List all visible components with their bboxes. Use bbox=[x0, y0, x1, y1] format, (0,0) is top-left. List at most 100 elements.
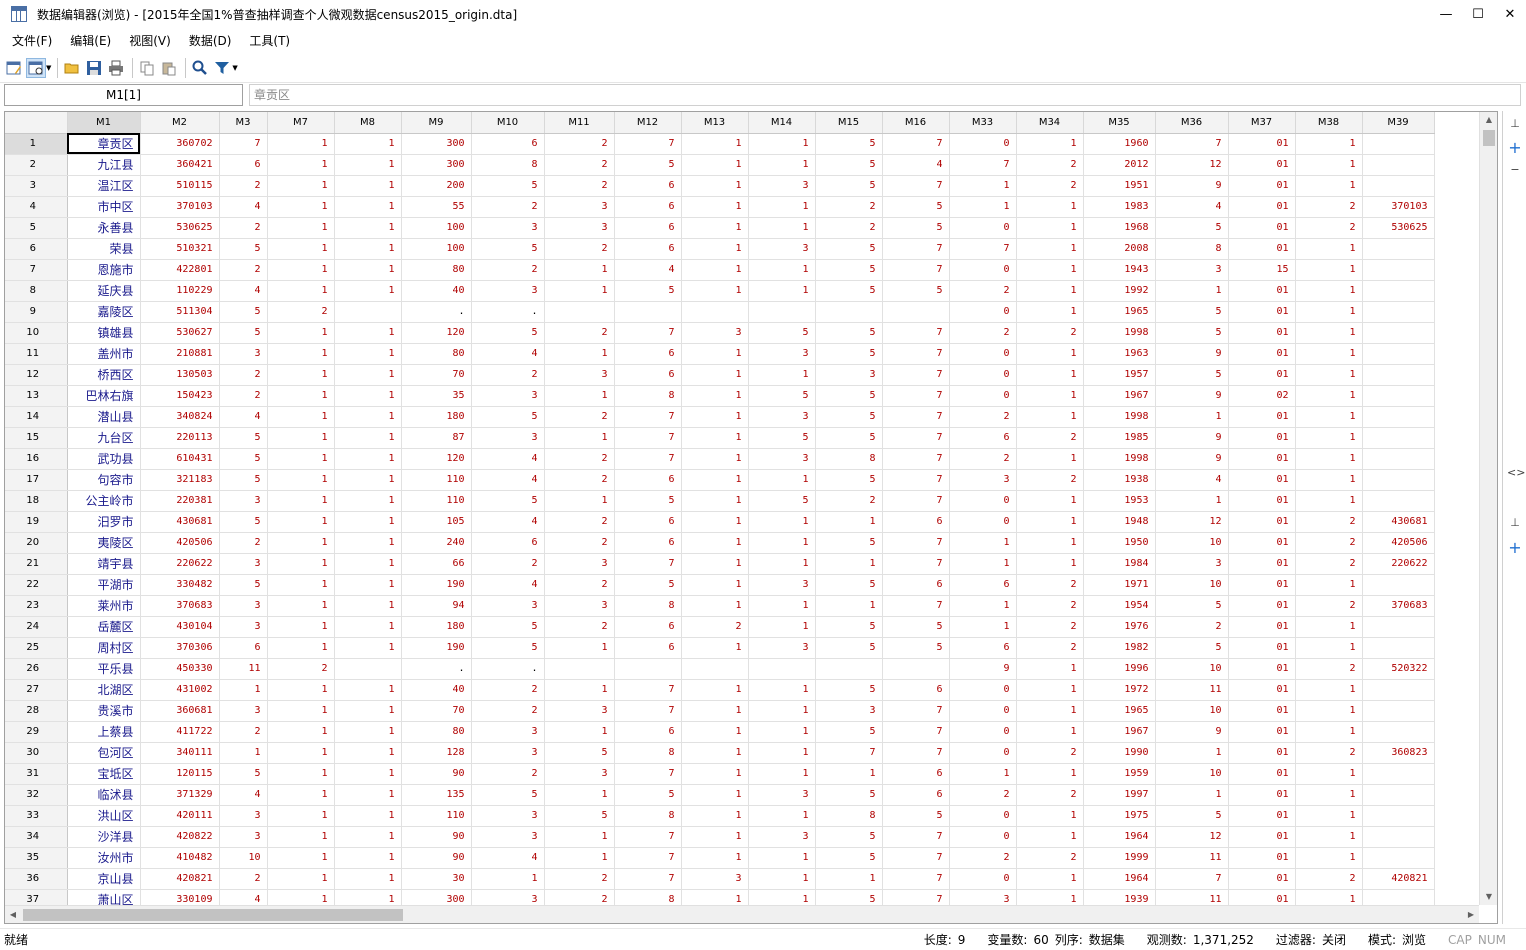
table-cell-m9[interactable]: 55 bbox=[401, 196, 472, 218]
table-cell-m15[interactable]: 5 bbox=[815, 427, 883, 449]
table-cell-m36[interactable]: 5 bbox=[1155, 595, 1229, 617]
table-cell-m9[interactable]: 105 bbox=[401, 511, 472, 533]
table-cell-m38[interactable]: 1 bbox=[1295, 469, 1363, 491]
table-cell-m2[interactable]: 410482 bbox=[140, 847, 220, 869]
table-cell-m37[interactable]: 01 bbox=[1228, 784, 1296, 806]
table-cell-m9[interactable]: 100 bbox=[401, 217, 472, 239]
table-cell-m7[interactable]: 1 bbox=[267, 469, 335, 491]
table-cell-m34[interactable]: 1 bbox=[1016, 511, 1084, 533]
table-cell-m33[interactable]: 2 bbox=[949, 847, 1017, 869]
table-row[interactable]: 17 句容市 321183 5 1 1 110 4 2 6 1 1 5 7 3 2 1938 4 01 1 bbox=[5, 469, 1435, 491]
table-cell-m13[interactable]: 1 bbox=[681, 532, 749, 554]
table-cell-m13[interactable] bbox=[681, 301, 749, 323]
table-cell-m7[interactable]: 1 bbox=[267, 553, 335, 575]
table-cell-m11[interactable]: 3 bbox=[544, 196, 615, 218]
table-cell-m10[interactable]: 2 bbox=[471, 700, 545, 722]
table-row[interactable]: 32 临沭县 371329 4 1 1 135 5 1 5 1 3 5 6 2 2 1997 1 01 1 bbox=[5, 784, 1435, 806]
table-row[interactable]: 8 延庆县 110229 4 1 1 40 3 1 5 1 1 5 5 2 1 1992 1 01 1 bbox=[5, 280, 1435, 302]
table-cell-m37[interactable]: 01 bbox=[1228, 469, 1296, 491]
collapse-icon[interactable]: <> bbox=[1507, 466, 1525, 480]
table-cell-m14[interactable]: 1 bbox=[748, 616, 816, 638]
table-cell-m9[interactable]: 190 bbox=[401, 574, 472, 596]
table-cell-m9[interactable]: 66 bbox=[401, 553, 472, 575]
table-cell-m36[interactable]: 1 bbox=[1155, 784, 1229, 806]
table-cell-m2[interactable]: 530627 bbox=[140, 322, 220, 344]
table-cell-m39[interactable]: 370683 bbox=[1362, 595, 1435, 617]
table-cell-m8[interactable]: 1 bbox=[334, 574, 402, 596]
table-row[interactable]: 35 汝州市 410482 10 1 1 90 4 1 7 1 1 5 7 2 2 1999 11 01 1 bbox=[5, 847, 1435, 869]
table-cell-m34[interactable]: 2 bbox=[1016, 469, 1084, 491]
table-cell-m13[interactable]: 1 bbox=[681, 679, 749, 701]
table-cell-m34[interactable]: 1 bbox=[1016, 553, 1084, 575]
table-cell-m13[interactable]: 1 bbox=[681, 343, 749, 365]
table-cell-m8[interactable]: 1 bbox=[334, 532, 402, 554]
cell-value-input[interactable]: 章贡区 bbox=[249, 84, 1521, 106]
table-cell-m9[interactable]: 30 bbox=[401, 868, 472, 890]
menu-file[interactable]: 文件(F) bbox=[6, 30, 58, 52]
table-cell-m12[interactable]: 6 bbox=[614, 196, 682, 218]
table-cell-m14[interactable]: 3 bbox=[748, 406, 816, 428]
table-cell-m13[interactable]: 1 bbox=[681, 847, 749, 869]
table-cell-m38[interactable]: 2 bbox=[1295, 595, 1363, 617]
table-cell-m36[interactable]: 10 bbox=[1155, 700, 1229, 722]
table-cell-m7[interactable]: 2 bbox=[267, 658, 335, 680]
table-cell-m16[interactable]: 6 bbox=[882, 511, 950, 533]
table-cell-m8[interactable]: 1 bbox=[334, 721, 402, 743]
table-cell-m14[interactable]: 1 bbox=[748, 700, 816, 722]
table-cell-m35[interactable]: 1998 bbox=[1083, 322, 1156, 344]
table-cell-m14[interactable]: 1 bbox=[748, 742, 816, 764]
table-cell-m2[interactable]: 430104 bbox=[140, 616, 220, 638]
table-row[interactable]: 36 京山县 420821 2 1 1 30 1 2 7 3 1 1 7 0 1 1964 7 01 2 420821 bbox=[5, 868, 1435, 890]
open-folder-icon[interactable] bbox=[62, 58, 82, 78]
table-cell-m9[interactable]: 300 bbox=[401, 133, 472, 155]
table-cell-m11[interactable]: 2 bbox=[544, 175, 615, 197]
table-cell-m39[interactable]: 520322 bbox=[1362, 658, 1435, 680]
table-cell-m11[interactable]: 2 bbox=[544, 448, 615, 470]
table-cell-m36[interactable]: 1 bbox=[1155, 280, 1229, 302]
table-cell-m10[interactable]: 2 bbox=[471, 679, 545, 701]
table-cell-m7[interactable]: 1 bbox=[267, 532, 335, 554]
table-cell-m15[interactable]: 3 bbox=[815, 364, 883, 386]
table-cell-m2[interactable]: 210881 bbox=[140, 343, 220, 365]
table-cell-m34[interactable]: 1 bbox=[1016, 385, 1084, 407]
column-header-m8[interactable]: M8 bbox=[334, 112, 402, 134]
table-cell-m35[interactable]: 1983 bbox=[1083, 196, 1156, 218]
table-cell-m39[interactable] bbox=[1362, 259, 1435, 281]
table-cell-m33[interactable]: 2 bbox=[949, 448, 1017, 470]
table-cell-m12[interactable] bbox=[614, 658, 682, 680]
table-cell-m9[interactable]: 120 bbox=[401, 322, 472, 344]
table-cell-m34[interactable]: 2 bbox=[1016, 154, 1084, 176]
table-cell-m33[interactable]: 7 bbox=[949, 154, 1017, 176]
table-cell-m11[interactable]: 1 bbox=[544, 679, 615, 701]
table-cell-m12[interactable]: 6 bbox=[614, 217, 682, 239]
table-cell-m38[interactable]: 1 bbox=[1295, 763, 1363, 785]
table-row[interactable]: 19 汨罗市 430681 5 1 1 105 4 2 6 1 1 1 6 0 1 1948 12 01 2 43068… bbox=[5, 511, 1435, 533]
table-cell-m14[interactable]: 3 bbox=[748, 343, 816, 365]
table-cell-m12[interactable]: 6 bbox=[614, 616, 682, 638]
table-cell-m11[interactable]: 1 bbox=[544, 385, 615, 407]
table-cell-m11[interactable]: 3 bbox=[544, 217, 615, 239]
table-cell-m8[interactable]: 1 bbox=[334, 280, 402, 302]
table-cell-m33[interactable]: 0 bbox=[949, 133, 1017, 155]
table-cell-m39[interactable] bbox=[1362, 343, 1435, 365]
table-cell-m35[interactable]: 1938 bbox=[1083, 469, 1156, 491]
table-cell-m7[interactable]: 1 bbox=[267, 217, 335, 239]
table-cell-m35[interactable]: 1951 bbox=[1083, 175, 1156, 197]
table-cell-m34[interactable]: 1 bbox=[1016, 406, 1084, 428]
table-cell-m13[interactable]: 1 bbox=[681, 217, 749, 239]
table-cell-m34[interactable]: 2 bbox=[1016, 637, 1084, 659]
table-cell-m15[interactable]: 1 bbox=[815, 553, 883, 575]
row-number[interactable]: 5 bbox=[5, 217, 68, 239]
table-cell-m14[interactable]: 1 bbox=[748, 511, 816, 533]
table-cell-m38[interactable]: 2 bbox=[1295, 217, 1363, 239]
table-cell-m3[interactable]: 7 bbox=[219, 133, 268, 155]
table-cell-m13[interactable]: 1 bbox=[681, 553, 749, 575]
table-cell-m13[interactable]: 3 bbox=[681, 868, 749, 890]
table-cell-m37[interactable]: 01 bbox=[1228, 133, 1296, 155]
table-cell-m9[interactable]: . bbox=[401, 301, 472, 323]
table-cell-m12[interactable]: 7 bbox=[614, 427, 682, 449]
table-cell-m1[interactable]: 平湖市 bbox=[67, 574, 141, 596]
table-cell-m10[interactable]: 3 bbox=[471, 595, 545, 617]
row-number[interactable]: 34 bbox=[5, 826, 68, 848]
table-cell-m14[interactable]: 1 bbox=[748, 805, 816, 827]
